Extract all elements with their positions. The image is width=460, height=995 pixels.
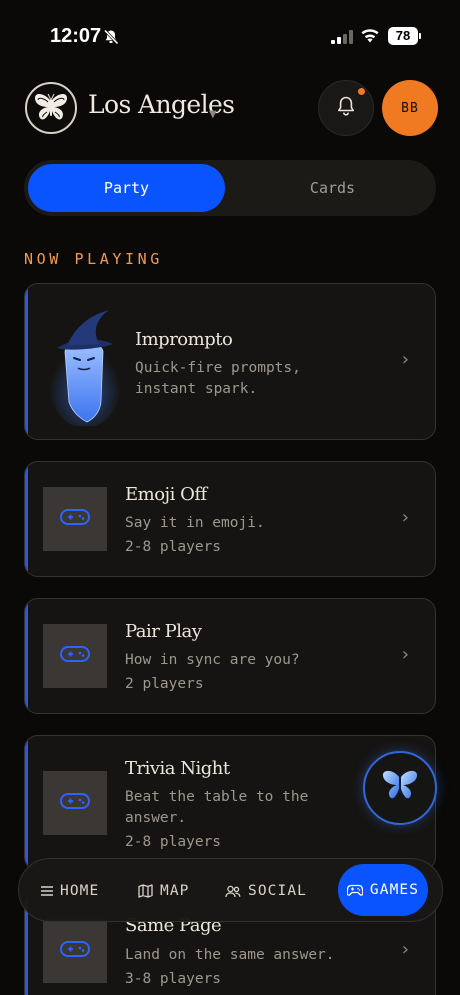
wizard-ghost-icon (43, 306, 125, 428)
bottom-nav: HOME MAP SOCIAL GAMES (18, 858, 443, 922)
battery-nub (419, 33, 421, 39)
gamepad-icon (60, 792, 90, 814)
nav-label: HOME (60, 883, 100, 899)
game-card-pair-play[interactable]: Pair Play How in sync are you? 2 players… (24, 598, 436, 714)
game-thumbnail (43, 771, 107, 835)
map-icon (138, 884, 153, 898)
gamepad-icon (346, 884, 363, 896)
nav-social[interactable]: SOCIAL (225, 859, 307, 923)
nav-label: SOCIAL (248, 883, 307, 899)
nav-games[interactable]: GAMES (338, 864, 428, 916)
menu-icon (41, 886, 53, 896)
game-thumbnail (43, 487, 107, 551)
chevron-down-icon[interactable]: ▼ (209, 109, 217, 120)
chevron-right-icon: › (401, 507, 409, 528)
game-description: Land on the same answer. (125, 947, 335, 963)
game-title: Imprompto (135, 329, 233, 350)
gamepad-icon (60, 940, 90, 962)
gamepad-icon (60, 645, 90, 667)
tab-party[interactable]: Party (28, 164, 225, 212)
header: Los Angeles ▼ BB (0, 78, 460, 140)
bell-icon (335, 95, 357, 121)
game-thumbnail (43, 624, 107, 688)
nav-home[interactable]: HOME (41, 859, 99, 923)
game-title: Emoji Off (125, 484, 207, 505)
butterfly-assistant-button[interactable] (363, 751, 437, 825)
game-card-imprompto[interactable]: Imprompto Quick-fire prompts, instant sp… (24, 283, 436, 440)
battery-icon: 78 (388, 27, 418, 45)
mode-segmented-control: Party Cards (24, 160, 436, 216)
butterfly-icon (380, 768, 420, 808)
game-thumbnail (43, 919, 107, 983)
chevron-right-icon: › (401, 939, 409, 960)
section-label: NOW PLAYING (24, 250, 163, 268)
game-description: Beat the table to the answer. (125, 789, 309, 826)
avatar[interactable]: BB (382, 80, 438, 136)
butterfly-logo-icon[interactable] (25, 82, 77, 134)
bell-slash-icon (103, 29, 119, 49)
people-icon (225, 885, 241, 898)
notifications-button[interactable] (318, 80, 374, 136)
game-card-emoji-off[interactable]: Emoji Off Say it in emoji. 2-8 players › (24, 461, 436, 577)
nav-label: MAP (160, 883, 190, 899)
game-description: How in sync are you? (125, 652, 300, 668)
game-players: 3-8 players (125, 971, 222, 987)
nav-label: GAMES (369, 882, 420, 898)
game-players: 2 players (125, 676, 204, 692)
signal-icon (331, 29, 353, 48)
game-description: Quick-fire prompts, instant spark. (135, 360, 301, 397)
game-players: 2-8 players (125, 834, 222, 850)
game-description: Say it in emoji. (125, 515, 265, 531)
game-players: 2-8 players (125, 539, 222, 555)
chevron-right-icon: › (401, 349, 409, 370)
status-bar: 12:07 78 (0, 0, 460, 72)
tab-cards[interactable]: Cards (233, 164, 432, 212)
chevron-right-icon: › (401, 644, 409, 665)
notification-dot (358, 88, 365, 95)
gamepad-icon (60, 508, 90, 530)
wifi-icon (360, 27, 380, 47)
game-title: Trivia Night (125, 758, 230, 779)
nav-map[interactable]: MAP (138, 859, 190, 923)
game-title: Pair Play (125, 621, 202, 642)
status-time: 12:07 (50, 25, 102, 47)
